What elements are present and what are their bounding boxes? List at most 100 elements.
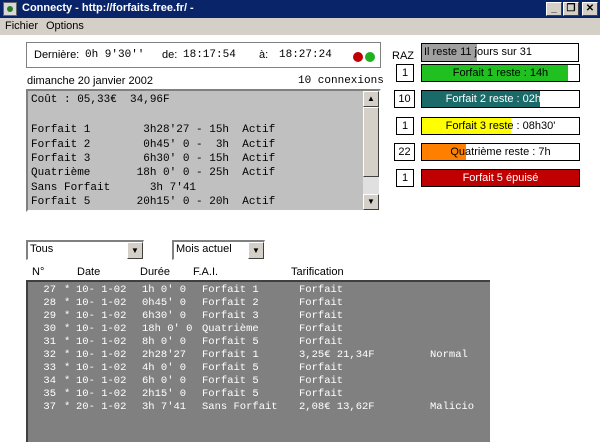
current-date: dimanche 20 janvier 2002: [27, 75, 153, 87]
column-header-number[interactable]: N°: [32, 266, 44, 278]
row-number: 29: [43, 310, 56, 322]
table-row[interactable]: 29 * 10- 1-02 6h30' 0 Forfait 3 Forfait: [28, 310, 488, 323]
row-marker: *: [64, 310, 71, 322]
raz-field-forfait-1[interactable]: 1: [396, 64, 414, 82]
scroll-up-icon[interactable]: ▲: [363, 91, 379, 107]
column-header-pricing[interactable]: Tarification: [291, 266, 344, 278]
chevron-down-icon[interactable]: ▼: [248, 242, 264, 259]
row-marker: *: [64, 336, 71, 348]
row-number: 33: [43, 362, 56, 374]
column-header-date[interactable]: Date: [77, 266, 100, 278]
connection-log-list[interactable]: 27 * 10- 1-02 1h 0' 0 Forfait 1 Forfait 28 * 10-…: [26, 280, 490, 442]
row-pricing: 2,08€ 13,62F: [299, 401, 375, 413]
row-number: 30: [43, 323, 56, 335]
table-row[interactable]: 31 * 10- 1-02 8h 0' 0 Forfait 5 Forfait: [28, 336, 488, 349]
column-header-isp[interactable]: F.A.I.: [193, 266, 218, 278]
row-duration: 18h 0' 0: [142, 323, 193, 335]
row-duration: 4h 0' 0: [142, 362, 187, 374]
row-number: 32: [43, 349, 56, 361]
scroll-down-icon[interactable]: ▼: [363, 194, 379, 210]
forfait-5-bar: Forfait 5 épuisé: [421, 169, 580, 187]
table-row[interactable]: 34 * 10- 1-02 6h 0' 0 Forfait 5 Forfait: [28, 375, 488, 388]
row-isp: Forfait 1: [202, 284, 259, 296]
row-pricing: Forfait: [299, 362, 344, 374]
row-isp: Forfait 5: [202, 388, 259, 400]
table-row[interactable]: 35 * 10- 1-02 2h15' 0 Forfait 5 Forfait: [28, 388, 488, 401]
row-duration: 2h15' 0: [142, 388, 187, 400]
column-header-duration[interactable]: Durée: [140, 266, 170, 278]
title-bar: Connecty - http://forfaits.free.fr/ - _ …: [0, 0, 600, 18]
row-pricing: Forfait: [299, 284, 344, 296]
row-number: 37: [43, 401, 56, 413]
summary-line-forfait-3: Forfait 3 6h30' 0 - 15h Actif: [31, 153, 276, 165]
days-remaining-text: Il reste 11 jours sur 31: [424, 46, 533, 58]
summary-line-forfait-1: Forfait 1 3h28'27 - 15h Actif: [31, 124, 276, 136]
summary-scrollbar[interactable]: ▲ ▼: [363, 91, 379, 210]
row-number: 27: [43, 284, 56, 296]
row-date: 10- 1-02: [76, 349, 127, 361]
row-marker: *: [64, 375, 71, 387]
close-button[interactable]: ✕: [582, 2, 598, 16]
row-date: 10- 1-02: [76, 284, 127, 296]
row-marker: *: [64, 323, 71, 335]
category-filter-value: Tous: [30, 243, 54, 255]
row-marker: *: [64, 401, 71, 413]
table-row[interactable]: 27 * 10- 1-02 1h 0' 0 Forfait 1 Forfait: [28, 284, 488, 297]
table-row[interactable]: 28 * 10- 1-02 0h45' 0 Forfait 2 Forfait: [28, 297, 488, 310]
row-marker: *: [64, 362, 71, 374]
row-number: 28: [43, 297, 56, 309]
row-duration: 0h45' 0: [142, 297, 187, 309]
session-time-panel: Dernière: 0h 9'30'' de: 18:17:54 à: 18:2…: [26, 42, 381, 68]
row-date: 20- 1-02: [76, 401, 127, 413]
raz-label: RAZ: [392, 50, 414, 62]
raz-field-forfait-5[interactable]: 1: [396, 169, 414, 187]
table-row[interactable]: 32 * 10- 1-02 2h28'27 Forfait 1 3,25€ 21,34F N…: [28, 349, 488, 362]
menu-item-fichier[interactable]: Fichier: [5, 20, 38, 32]
row-pricing: Forfait: [299, 388, 344, 400]
row-number: 35: [43, 388, 56, 400]
cost-line: Coût : 05,33€ 34,96F: [31, 94, 170, 106]
summary-line-sans-forfait: Sans Forfait 3h 7'41: [31, 182, 197, 194]
row-date: 10- 1-02: [76, 336, 127, 348]
row-type: Malicio: [430, 401, 475, 413]
row-date: 10- 1-02: [76, 375, 127, 387]
scroll-thumb[interactable]: [363, 107, 379, 177]
forfait-1-bar: Forfait 1 reste : 14h: [421, 64, 580, 82]
table-row[interactable]: 33 * 10- 1-02 4h 0' 0 Forfait 5 Forfait: [28, 362, 488, 375]
minimize-button[interactable]: _: [546, 2, 562, 16]
row-isp: Forfait 5: [202, 375, 259, 387]
last-session-label: Dernière:: [34, 49, 80, 61]
row-type: Normal: [430, 349, 468, 361]
row-pricing: 3,25€ 21,34F: [299, 349, 375, 361]
row-marker: *: [64, 297, 71, 309]
table-row[interactable]: 30 * 10- 1-02 18h 0' 0 Quatrième Forfait: [28, 323, 488, 336]
status-green-indicator: [365, 52, 375, 62]
category-filter-select[interactable]: Tous ▼: [26, 240, 144, 260]
status-red-indicator: [353, 52, 363, 62]
row-marker: *: [64, 349, 71, 361]
period-filter-select[interactable]: Mois actuel ▼: [172, 240, 265, 260]
row-marker: *: [64, 388, 71, 400]
row-isp: Quatrième: [202, 323, 259, 335]
row-number: 34: [43, 375, 56, 387]
quatrieme-bar: Quatrième reste : 7h: [421, 143, 580, 161]
maximize-button[interactable]: ❐: [563, 2, 579, 16]
row-date: 10- 1-02: [76, 388, 127, 400]
raz-field-quatrieme[interactable]: 22: [394, 143, 415, 161]
forfait-5-text: Forfait 5 épuisé: [462, 172, 539, 184]
raz-field-forfait-3[interactable]: 1: [396, 117, 414, 135]
menu-item-options[interactable]: Options: [46, 20, 84, 32]
start-time-value: 18:17:54: [183, 49, 236, 61]
window-title: Connecty - http://forfaits.free.fr/ -: [22, 2, 194, 14]
forfait-2-bar: Forfait 2 reste : 02h15': [421, 90, 580, 108]
summary-line-quatrieme: Quatrième 18h 0' 0 - 25h Actif: [31, 167, 276, 179]
row-isp: Forfait 5: [202, 362, 259, 374]
forfait-1-text: Forfait 1 reste : 14h: [452, 67, 549, 79]
raz-field-forfait-2[interactable]: 10: [394, 90, 415, 108]
days-remaining-bar: Il reste 11 jours sur 31: [421, 43, 579, 62]
chevron-down-icon[interactable]: ▼: [127, 242, 143, 259]
app-icon[interactable]: [3, 2, 17, 16]
row-isp: Forfait 2: [202, 297, 259, 309]
row-date: 10- 1-02: [76, 310, 127, 322]
table-row[interactable]: 37 * 20- 1-02 3h 7'41 Sans Forfait 2,08€ 13,6…: [28, 401, 488, 414]
